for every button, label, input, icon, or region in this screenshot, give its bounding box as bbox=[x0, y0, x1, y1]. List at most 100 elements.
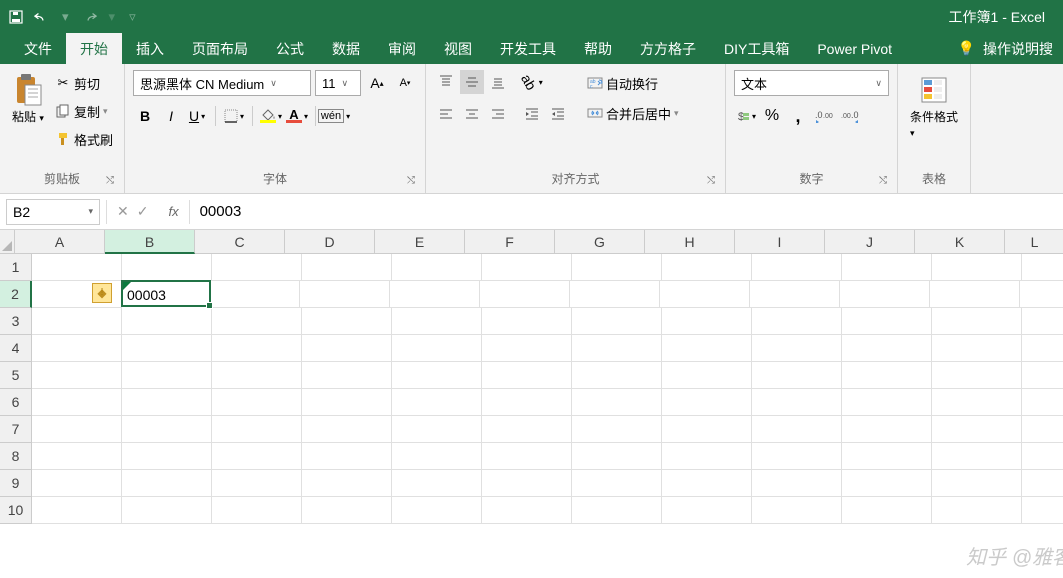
font-group-label: 字体 bbox=[133, 170, 417, 191]
row-header[interactable]: 9 bbox=[0, 470, 32, 497]
row-header[interactable]: 10 bbox=[0, 497, 32, 524]
dropdown-icon[interactable]: ▾ bbox=[62, 9, 69, 25]
tab-powerpivot[interactable]: Power Pivot bbox=[803, 33, 906, 64]
cut-button[interactable]: ✂剪切 bbox=[52, 70, 116, 96]
row-header[interactable]: 5 bbox=[0, 362, 32, 389]
bold-button[interactable]: B bbox=[133, 104, 157, 128]
italic-button[interactable]: I bbox=[159, 104, 183, 128]
group-styles: 条件格式▾ 表格 bbox=[898, 64, 971, 193]
tab-help[interactable]: 帮助 bbox=[570, 33, 626, 64]
col-header[interactable]: H bbox=[645, 230, 735, 254]
error-indicator-icon[interactable]: ◆! bbox=[92, 283, 112, 303]
row-header[interactable]: 6 bbox=[0, 389, 32, 416]
cell-selected[interactable]: 00003 bbox=[121, 280, 211, 307]
spreadsheet-grid: A B C D E F G H I J K L 1 2 3 4 5 6 7 8 … bbox=[0, 230, 1063, 578]
copy-button[interactable]: 复制 ▾ bbox=[52, 98, 116, 124]
tab-data[interactable]: 数据 bbox=[318, 33, 374, 64]
customize-qat-icon[interactable]: ▿ bbox=[129, 9, 136, 25]
align-center-icon[interactable] bbox=[460, 102, 484, 126]
group-alignment: ab▾ abc自动换行 合并后居中 ▾ 对齐方式 ⤭ bbox=[426, 64, 726, 193]
underline-button[interactable]: U▾ bbox=[185, 104, 209, 128]
wrap-text-button[interactable]: abc自动换行 bbox=[584, 70, 682, 96]
increase-font-icon[interactable]: A▴ bbox=[365, 71, 389, 95]
tab-file[interactable]: 文件 bbox=[10, 33, 66, 64]
tab-view[interactable]: 视图 bbox=[430, 33, 486, 64]
paste-button[interactable]: 粘贴 ▾ bbox=[8, 70, 48, 129]
orientation-button[interactable]: ab▾ bbox=[520, 70, 544, 94]
row-header[interactable]: 3 bbox=[0, 308, 32, 335]
conditional-format-button[interactable]: 条件格式▾ bbox=[906, 70, 962, 143]
col-header[interactable]: G bbox=[555, 230, 645, 254]
clipboard-dialog-launcher-icon[interactable]: ⤭ bbox=[106, 175, 120, 189]
number-format-select[interactable]: 文本∨ bbox=[734, 70, 889, 96]
wrap-icon: abc bbox=[587, 75, 603, 91]
tab-review[interactable]: 审阅 bbox=[374, 33, 430, 64]
save-icon[interactable] bbox=[8, 9, 24, 25]
fx-icon[interactable]: fx bbox=[158, 204, 188, 219]
col-header[interactable]: C bbox=[195, 230, 285, 254]
col-header[interactable]: I bbox=[735, 230, 825, 254]
tab-home[interactable]: 开始 bbox=[66, 33, 122, 64]
row-header[interactable]: 1 bbox=[0, 254, 32, 281]
col-header[interactable]: A bbox=[15, 230, 105, 254]
tab-formulas[interactable]: 公式 bbox=[262, 33, 318, 64]
row-header[interactable]: 8 bbox=[0, 443, 32, 470]
enter-formula-icon[interactable]: ✓ bbox=[137, 203, 149, 220]
format-painter-button[interactable]: 格式刷 bbox=[52, 126, 116, 152]
col-header[interactable]: D bbox=[285, 230, 375, 254]
align-top-icon[interactable] bbox=[434, 70, 458, 94]
svg-text:.0: .0 bbox=[815, 110, 823, 120]
svg-text:.00: .00 bbox=[823, 113, 833, 120]
row-header[interactable]: 2 bbox=[0, 281, 32, 308]
align-bottom-icon[interactable] bbox=[486, 70, 510, 94]
increase-indent-icon[interactable] bbox=[546, 102, 570, 126]
currency-button[interactable]: $▾ bbox=[734, 104, 758, 128]
col-header[interactable]: E bbox=[375, 230, 465, 254]
cell[interactable]: ◆! bbox=[32, 281, 122, 308]
name-box[interactable]: B2▾ bbox=[6, 199, 100, 225]
formula-input[interactable]: 00003 bbox=[190, 203, 1063, 220]
tab-diy[interactable]: DIY工具箱 bbox=[710, 33, 803, 64]
tab-developer[interactable]: 开发工具 bbox=[486, 33, 570, 64]
styles-group-label: 表格 bbox=[906, 170, 962, 191]
align-dialog-launcher-icon[interactable]: ⤭ bbox=[707, 175, 721, 189]
merge-center-button[interactable]: 合并后居中 ▾ bbox=[584, 100, 682, 126]
row-header[interactable]: 7 bbox=[0, 416, 32, 443]
border-button[interactable]: ▾ bbox=[222, 104, 246, 128]
decrease-indent-icon[interactable] bbox=[520, 102, 544, 126]
clipboard-group-label: 剪贴板 bbox=[8, 170, 116, 191]
number-dialog-launcher-icon[interactable]: ⤭ bbox=[879, 175, 893, 189]
cancel-formula-icon[interactable]: ✕ bbox=[117, 203, 129, 220]
col-header[interactable]: K bbox=[915, 230, 1005, 254]
tab-fanggezi[interactable]: 方方格子 bbox=[626, 33, 710, 64]
align-left-icon[interactable] bbox=[434, 102, 458, 126]
increase-decimal-icon[interactable]: .0.00 bbox=[812, 104, 836, 128]
tell-me-label[interactable]: 操作说明搜 bbox=[983, 39, 1053, 59]
cells-area[interactable]: ◆! 00003 知乎 @雅客 bbox=[32, 254, 1063, 578]
align-right-icon[interactable] bbox=[486, 102, 510, 126]
align-middle-icon[interactable] bbox=[460, 70, 484, 94]
dropdown-icon[interactable]: ▾ bbox=[109, 9, 116, 25]
percent-button[interactable]: % bbox=[760, 104, 784, 128]
redo-icon[interactable] bbox=[81, 9, 97, 25]
select-all-corner[interactable] bbox=[0, 230, 15, 254]
col-header[interactable]: F bbox=[465, 230, 555, 254]
comma-button[interactable]: , bbox=[786, 104, 810, 128]
col-header[interactable]: B bbox=[105, 230, 195, 254]
font-size-select[interactable]: 11∨ bbox=[315, 70, 361, 96]
tab-page-layout[interactable]: 页面布局 bbox=[178, 33, 262, 64]
col-header[interactable]: L bbox=[1005, 230, 1063, 254]
undo-icon[interactable] bbox=[34, 9, 50, 25]
merge-icon bbox=[587, 105, 603, 121]
fill-handle[interactable] bbox=[206, 302, 213, 309]
fill-color-button[interactable]: ▾ bbox=[259, 104, 283, 128]
phonetic-button[interactable]: wén▾ bbox=[322, 104, 346, 128]
font-name-select[interactable]: 思源黑体 CN Medium∨ bbox=[133, 70, 311, 96]
tab-insert[interactable]: 插入 bbox=[122, 33, 178, 64]
font-color-button[interactable]: A▾ bbox=[285, 104, 309, 128]
col-header[interactable]: J bbox=[825, 230, 915, 254]
decrease-decimal-icon[interactable]: .00.0 bbox=[838, 104, 862, 128]
decrease-font-icon[interactable]: A▾ bbox=[393, 71, 417, 95]
font-dialog-launcher-icon[interactable]: ⤭ bbox=[407, 175, 421, 189]
row-header[interactable]: 4 bbox=[0, 335, 32, 362]
